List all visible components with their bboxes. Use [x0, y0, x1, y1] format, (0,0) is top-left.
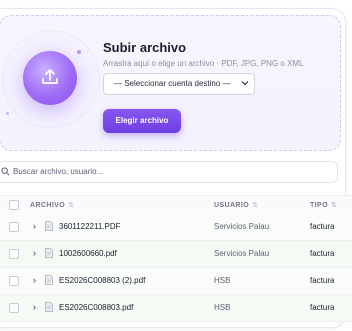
sort-icon: ⇅ [68, 202, 75, 209]
expand-chevron-icon[interactable]: › [33, 221, 36, 231]
upload-subtitle: Arrastra aquí o elige un archivo · PDF, … [103, 59, 304, 68]
table-row[interactable]: › 3601122211.PDF Servicios Palau factura [0, 214, 352, 241]
upload-title: Subir archivo [103, 40, 187, 55]
column-archivo[interactable]: ARCHIVO ⇅ [30, 201, 74, 209]
table-header: ARCHIVO ⇅ USUARIO ⇅ TIPO ⇅ [0, 195, 352, 215]
column-usuario[interactable]: USUARIO ⇅ [214, 201, 258, 209]
column-tipo[interactable]: TIPO ⇅ [310, 201, 337, 209]
file-name: 1002600660.pdf [59, 249, 117, 258]
search-placeholder: Buscar archivo, usuario... [13, 167, 104, 176]
row-checkbox[interactable] [9, 276, 19, 286]
file-user: Servicios Palau [214, 249, 270, 258]
file-icon [45, 221, 53, 231]
upload-icon-orb [23, 51, 77, 105]
file-name: ES2026C008803.pdf [59, 303, 134, 312]
search-input[interactable]: Buscar archivo, usuario... [0, 161, 338, 183]
file-icon [45, 275, 53, 285]
decorative-dot [77, 50, 81, 54]
column-usuario-label: USUARIO [214, 202, 250, 209]
file-type: factura [310, 249, 335, 258]
choose-file-button[interactable]: Elegir archivo [103, 109, 181, 133]
expand-chevron-icon[interactable]: › [33, 248, 36, 258]
file-type: factura [310, 222, 335, 231]
chevron-down-icon [241, 81, 249, 86]
column-archivo-label: ARCHIVO [30, 202, 66, 209]
sort-icon: ⇅ [330, 202, 338, 209]
column-tipo-label: TIPO [310, 202, 328, 209]
table-row[interactable]: › ES2026C008803.pdf HSB factura [0, 295, 352, 322]
file-user: HSB [214, 276, 231, 285]
table-row[interactable]: › 1002600660.pdf Servicios Palau factura [0, 241, 352, 268]
file-user: HSB [214, 303, 231, 312]
file-type: factura [310, 276, 335, 285]
row-checkbox[interactable] [9, 222, 19, 232]
destination-account-select[interactable]: — Seleccionar cuenta destino — [103, 73, 255, 95]
row-checkbox[interactable] [9, 303, 19, 313]
upload-icon [42, 69, 58, 84]
file-type: factura [310, 303, 335, 312]
search-icon [1, 167, 10, 176]
file-icon [45, 302, 53, 312]
expand-chevron-icon[interactable]: › [33, 275, 36, 285]
select-value: — Seleccionar cuenta destino — [114, 79, 231, 88]
file-icon [45, 248, 53, 258]
file-name: 3601122211.PDF [59, 222, 121, 231]
select-all-checkbox[interactable] [9, 200, 19, 210]
sort-icon: ⇅ [252, 202, 259, 209]
expand-chevron-icon[interactable]: › [33, 302, 36, 312]
file-name: ES2026C008803 (2).pdf [59, 276, 146, 285]
decorative-dot [6, 112, 9, 115]
row-checkbox[interactable] [9, 249, 19, 259]
file-user: Servicios Palau [214, 222, 270, 231]
table-row[interactable]: › ES2026C008803 (2).pdf HSB factura [0, 268, 352, 295]
